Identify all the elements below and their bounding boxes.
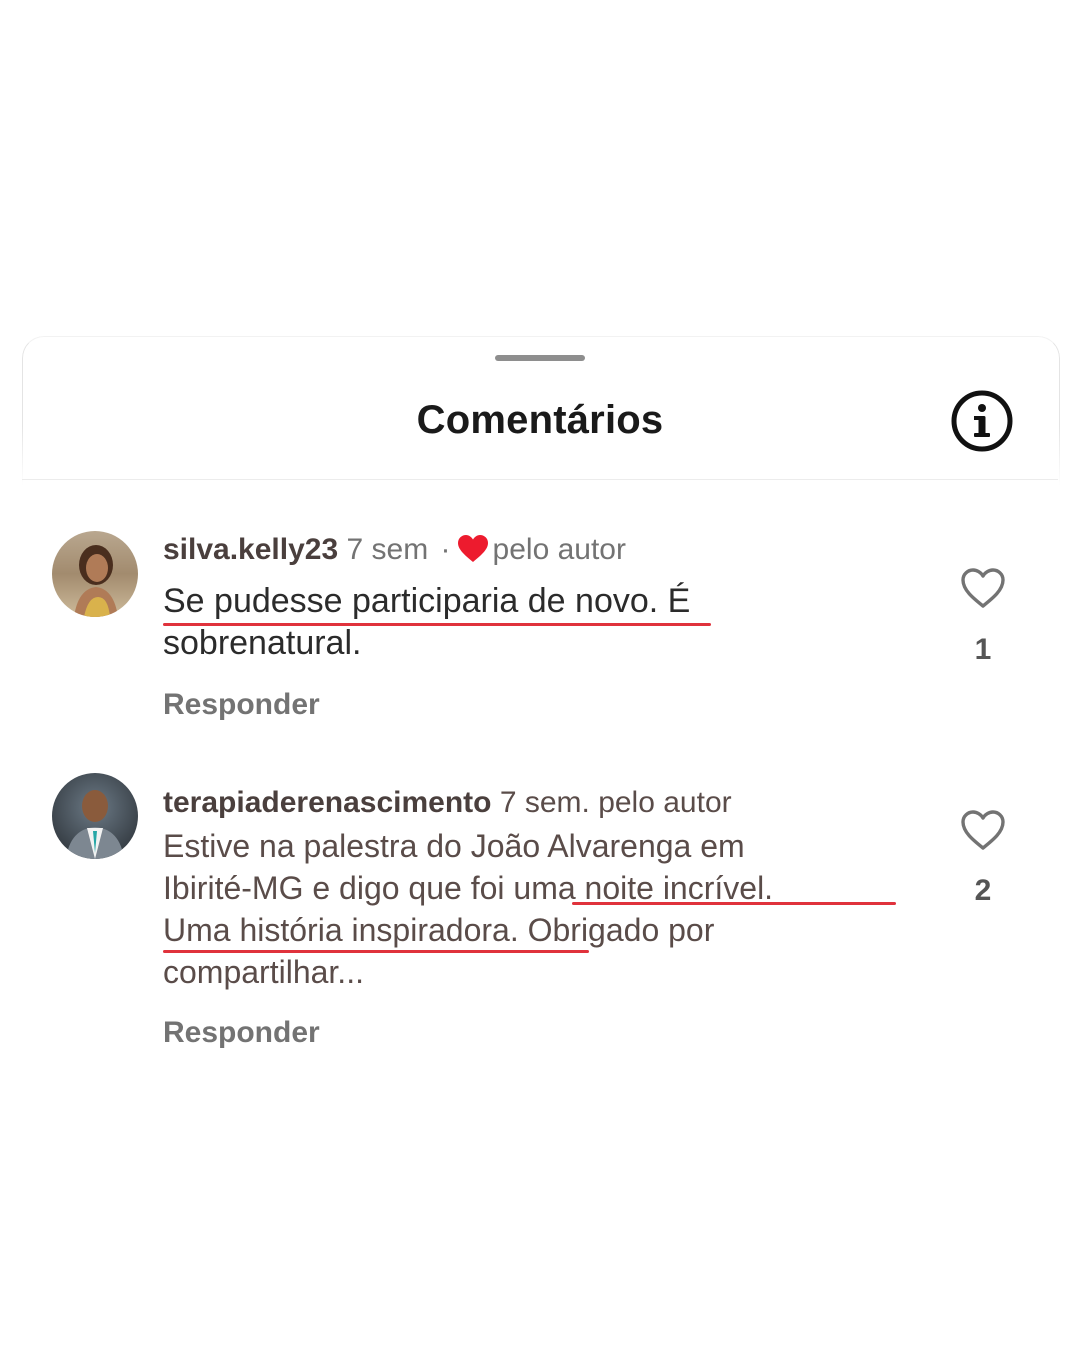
highlight-underline (163, 623, 711, 626)
comment-text: Se pudesse participaria de novo. É sobre… (163, 580, 903, 664)
comment-time: 7 sem (346, 533, 429, 566)
comment-header: terapiaderenascimento 7 sem. pelo autor (163, 786, 732, 820)
like-count: 2 (974, 874, 992, 907)
comment-line: Uma história inspiradora. Obrigado por (163, 912, 715, 948)
drag-handle[interactable] (495, 355, 585, 361)
separator: · (440, 533, 451, 566)
heart-outline-icon[interactable] (960, 567, 1006, 609)
username[interactable]: terapiaderenascimento (163, 786, 491, 819)
avatar[interactable] (52, 531, 138, 617)
heart-filled-icon (457, 534, 489, 571)
page-title: Comentários (416, 398, 664, 442)
info-icon[interactable] (950, 389, 1014, 453)
comment-time: 7 sem. (499, 786, 590, 819)
like-count: 1 (974, 633, 992, 666)
heart-outline-icon[interactable] (960, 809, 1006, 851)
reply-button[interactable]: Responder (163, 1016, 320, 1050)
comment-line: compartilhar... (163, 954, 364, 990)
liked-by-author-label: pelo autor (598, 786, 732, 819)
avatar[interactable] (52, 773, 138, 859)
header-divider (22, 479, 1058, 480)
username[interactable]: silva.kelly23 (163, 533, 338, 566)
liked-by-author-label: pelo autor (492, 533, 626, 566)
comment-header: silva.kelly23 7 sem · pelo autor (163, 533, 626, 571)
comment-line: Estive na palestra do João Alvarenga em (163, 828, 745, 864)
highlight-underline (572, 902, 896, 905)
comment-line: Se pudesse participaria de novo. É (163, 582, 691, 620)
comment-line: sobrenatural. (163, 624, 362, 662)
comment-text: Estive na palestra do João Alvarenga em … (163, 825, 903, 993)
reply-button[interactable]: Responder (163, 688, 320, 722)
highlight-underline (163, 950, 589, 953)
